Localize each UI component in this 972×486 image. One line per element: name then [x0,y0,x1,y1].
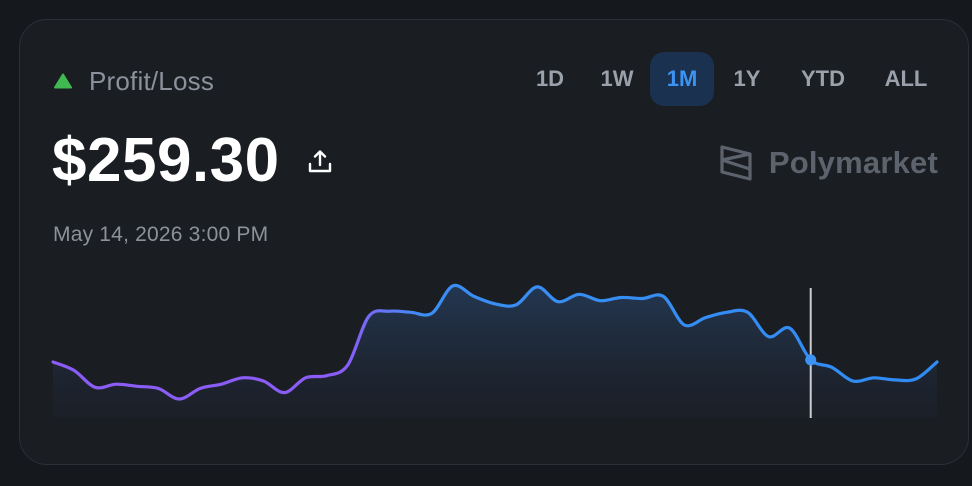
triangle-up-icon [54,73,72,89]
share-upload-icon[interactable] [306,148,334,176]
tab-1y[interactable]: 1Y [714,52,780,106]
profit-loss-card: Profit/Loss 1D 1W 1M 1Y YTD ALL $259.30 … [19,19,969,465]
tab-all[interactable]: ALL [866,52,946,106]
range-tabs: 1D 1W 1M 1Y YTD ALL [516,52,946,106]
tab-1w[interactable]: 1W [584,52,650,106]
value-row: $259.30 [52,123,334,199]
card-title: Profit/Loss [89,65,215,96]
chart-series-line [51,283,939,401]
card-header: Profit/Loss [54,65,214,97]
chart-area-fill [53,285,937,418]
brand-name: Polymarket [768,145,938,180]
tab-ytd[interactable]: YTD [780,52,866,106]
brand: Polymarket [719,144,938,182]
profit-loss-value: $259.30 [52,126,280,195]
polymarket-logo-icon [720,145,752,181]
selected-timestamp: May 14, 2026 3:00 PM [53,223,269,246]
chart-selected-point [805,354,817,366]
tab-1m[interactable]: 1M [650,52,714,106]
tab-1d[interactable]: 1D [516,52,584,106]
